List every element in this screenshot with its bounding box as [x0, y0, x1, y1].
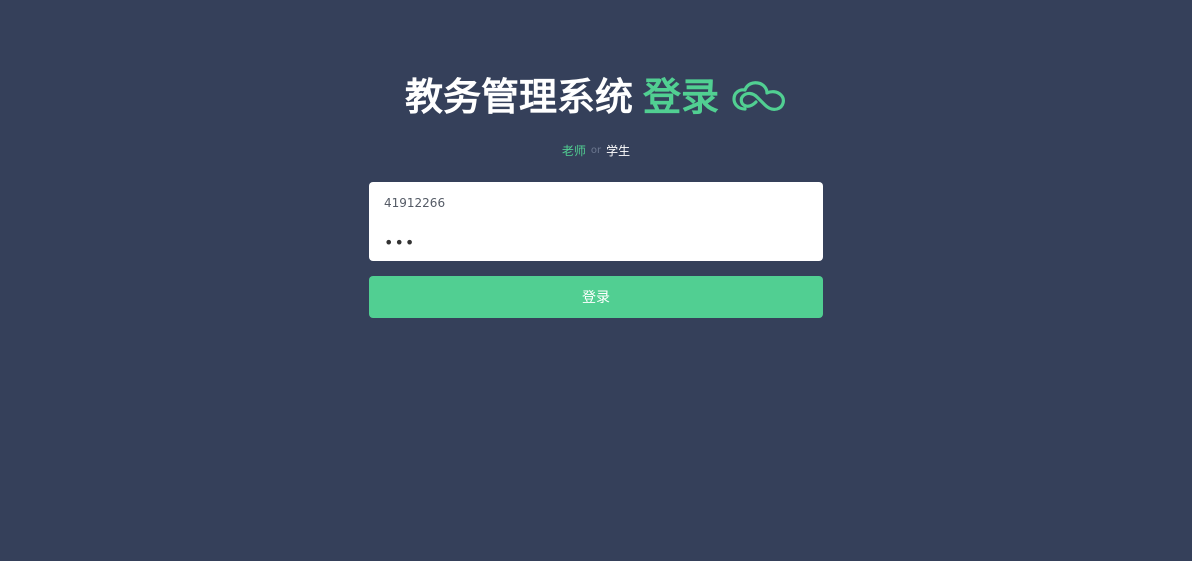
login-page: 教务管理系统 登录 老师 or 学生 登录	[0, 0, 1192, 561]
login-form	[369, 182, 823, 261]
password-input[interactable]	[369, 221, 823, 260]
cloud-icon	[732, 81, 785, 111]
role-student-link[interactable]: 学生	[606, 142, 630, 159]
login-button[interactable]: 登录	[369, 276, 823, 318]
login-title: 登录	[643, 75, 720, 119]
username-input[interactable]	[369, 182, 823, 221]
page-title: 教务管理系统 登录	[0, 70, 1192, 124]
role-teacher-link[interactable]: 老师	[562, 142, 586, 159]
role-separator: or	[590, 144, 602, 156]
system-title: 教务管理系统	[404, 75, 633, 119]
role-switcher: 老师 or 学生	[0, 140, 1192, 160]
